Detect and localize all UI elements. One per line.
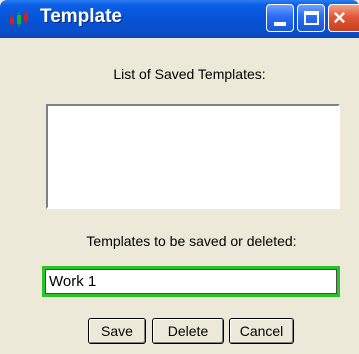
close-icon: × bbox=[333, 5, 346, 30]
template-name-field bbox=[42, 266, 340, 297]
title-bar[interactable]: Template × bbox=[0, 0, 359, 38]
saved-templates-list[interactable] bbox=[46, 104, 340, 209]
save-button[interactable]: Save bbox=[88, 318, 146, 344]
minimize-icon bbox=[274, 22, 286, 26]
template-app-icon bbox=[10, 10, 28, 27]
delete-button[interactable]: Delete bbox=[152, 318, 224, 344]
minimize-button[interactable] bbox=[266, 4, 294, 32]
saved-templates-label: List of Saved Templates: bbox=[113, 66, 266, 82]
template-name-label: Templates to be saved or deleted: bbox=[86, 233, 297, 249]
close-button[interactable]: × bbox=[328, 4, 359, 32]
template-dialog: Template × List of Saved Templates: Temp… bbox=[0, 0, 359, 354]
cancel-button[interactable]: Cancel bbox=[229, 318, 294, 344]
window-title: Template bbox=[40, 6, 123, 27]
template-name-input[interactable] bbox=[45, 269, 337, 294]
maximize-icon bbox=[304, 11, 319, 25]
maximize-button[interactable] bbox=[297, 4, 325, 32]
